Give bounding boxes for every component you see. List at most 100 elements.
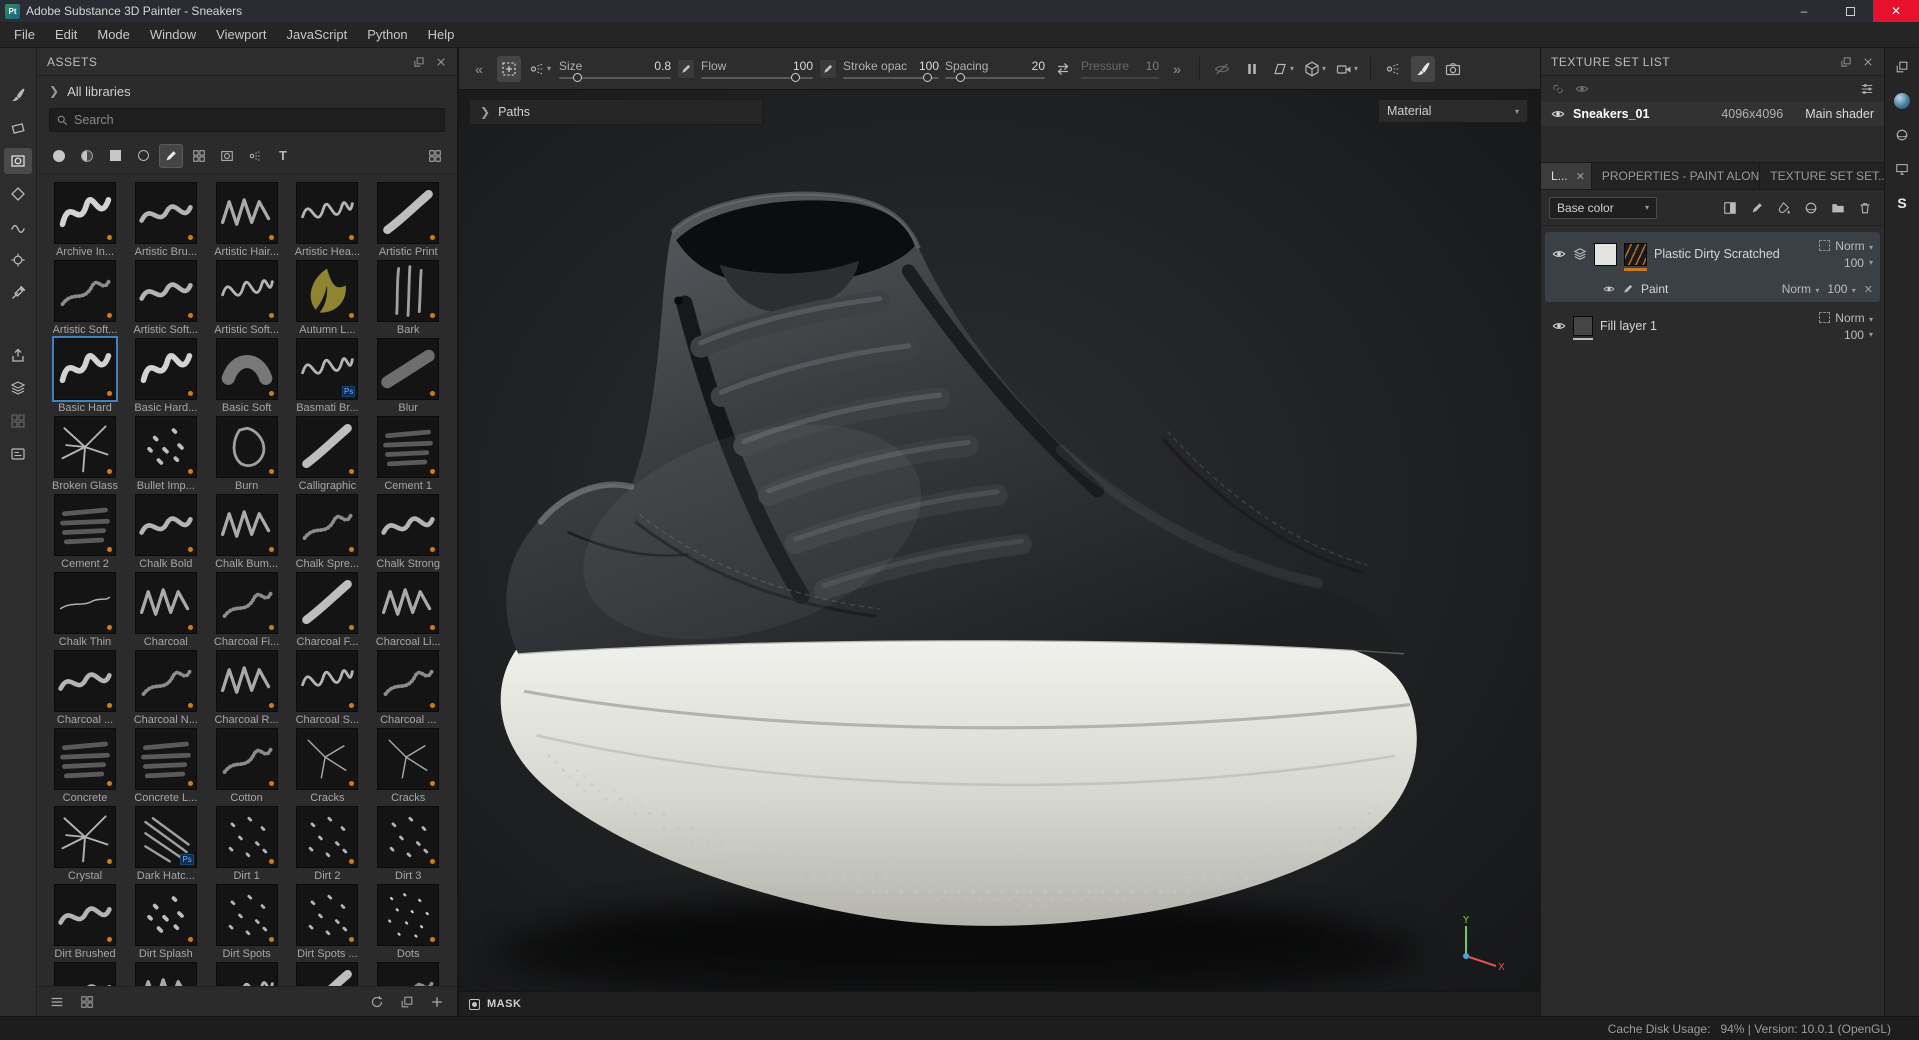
brush-asset[interactable]: Concrete L...	[126, 726, 206, 804]
details-view-icon[interactable]	[47, 992, 67, 1012]
menu-item[interactable]: Edit	[45, 23, 87, 46]
brush-asset[interactable]: Charcoal N...	[126, 648, 206, 726]
brush-flow-param[interactable]: Flow100	[701, 59, 813, 79]
brush-asset[interactable]: Artistic Soft...	[45, 258, 125, 336]
transform-stencil-icon[interactable]	[497, 56, 521, 82]
brush-thumbnail[interactable]	[377, 728, 439, 790]
add-smart-material-icon[interactable]	[1800, 197, 1822, 219]
brush-asset[interactable]: Autumn L...	[287, 258, 367, 336]
particles-filter-icon[interactable]	[243, 144, 267, 168]
link-sets-icon[interactable]	[1551, 82, 1565, 96]
layer-name[interactable]: Paint	[1641, 282, 1775, 296]
brush-asset[interactable]: Dirt 2	[287, 804, 367, 882]
brush-asset[interactable]: Cement 2	[45, 492, 125, 570]
brush-asset[interactable]: Charcoal R...	[207, 648, 287, 726]
brush-thumbnail[interactable]	[216, 416, 278, 478]
export-textures-tool[interactable]	[4, 342, 32, 368]
camera-mode-icon[interactable]: ▾	[1334, 56, 1360, 82]
brush-asset[interactable]: Artistic Bru...	[126, 180, 206, 258]
layer-name[interactable]: Fill layer 1	[1600, 319, 1812, 333]
brush-thumbnail[interactable]	[135, 416, 197, 478]
close-tab-icon[interactable]: ✕	[1576, 170, 1585, 183]
layer-group-selected[interactable]: Plastic Dirty Scratched Norm ▾ 100 ▾	[1545, 232, 1880, 302]
layer-visibility-icon[interactable]	[1603, 283, 1615, 295]
refresh-assets-icon[interactable]	[367, 992, 387, 1012]
brush-asset[interactable]: Basic Soft	[207, 336, 287, 414]
brush-thumbnail[interactable]	[135, 962, 197, 986]
brush-asset[interactable]: Artistic Print	[368, 180, 448, 258]
add-fill-layer-icon[interactable]	[1773, 197, 1795, 219]
projection-mode-icon[interactable]: ▾	[1270, 56, 1296, 82]
spacing-slider[interactable]	[945, 77, 1045, 79]
brush-thumbnail[interactable]	[54, 416, 116, 478]
layer-visibility-icon[interactable]	[1552, 319, 1566, 333]
brush-thumbnail[interactable]	[377, 416, 439, 478]
brush-asset[interactable]: Artistic Hea...	[287, 180, 367, 258]
brush-thumbnail[interactable]	[296, 494, 358, 556]
brush-thumbnail[interactable]	[54, 338, 116, 400]
brush-size-param[interactable]: Size0.8	[559, 59, 671, 79]
brush-thumbnail[interactable]	[296, 962, 358, 986]
brush-thumbnail[interactable]	[54, 572, 116, 634]
brush-asset[interactable]: Cement 1	[368, 414, 448, 492]
close-panel-icon[interactable]	[435, 56, 447, 68]
brush-thumbnail[interactable]	[216, 806, 278, 868]
brush-asset[interactable]: Charcoal Li...	[368, 570, 448, 648]
material-ball-icon[interactable]	[1891, 124, 1913, 146]
mask-dock-tab[interactable]: MASK	[459, 991, 1540, 1016]
fill-layer-thumbnail[interactable]	[1573, 316, 1593, 336]
brush-asset[interactable]: Chalk Thin	[45, 570, 125, 648]
brush-asset[interactable]: Dirt Splash	[126, 882, 206, 960]
screenshot-camera-icon[interactable]	[1441, 56, 1465, 82]
layer-row-fill[interactable]: Fill layer 1 Norm ▾ 100 ▾	[1545, 304, 1880, 348]
brush-asset[interactable]	[126, 960, 206, 986]
brush-thumbnail[interactable]	[135, 884, 197, 946]
menu-item[interactable]: Help	[418, 23, 465, 46]
baking-tool[interactable]	[4, 375, 32, 401]
brush-thumbnail[interactable]	[377, 650, 439, 712]
layer-visibility-icon[interactable]	[1552, 247, 1566, 261]
brush-asset[interactable]	[368, 960, 448, 986]
brush-asset[interactable]: Charcoal ...	[368, 648, 448, 726]
brush-thumbnail[interactable]	[296, 728, 358, 790]
environment-sphere-icon[interactable]	[1891, 90, 1913, 112]
brush-thumbnail[interactable]	[135, 260, 197, 322]
tab-properties[interactable]: PROPERTIES - PAINT ALON...	[1592, 163, 1760, 189]
brush-thumbnail[interactable]	[135, 572, 197, 634]
brush-thumbnail[interactable]	[296, 572, 358, 634]
brush-asset[interactable]: Artistic Hair...	[207, 180, 287, 258]
brush-thumbnail[interactable]	[54, 494, 116, 556]
brush-asset[interactable]: Dots	[368, 882, 448, 960]
brush-thumbnail[interactable]	[54, 182, 116, 244]
brush-thumbnail[interactable]: Ps	[135, 806, 197, 868]
menu-item[interactable]: Viewport	[206, 23, 276, 46]
smart-masks-filter-icon[interactable]	[103, 144, 127, 168]
particles-brush-icon[interactable]	[1381, 56, 1405, 82]
display-settings-icon[interactable]	[1891, 158, 1913, 180]
search-input[interactable]	[74, 113, 438, 127]
brush-asset[interactable]: Broken Glass	[45, 414, 125, 492]
menu-item[interactable]: File	[4, 23, 45, 46]
brush-asset[interactable]: Burn	[207, 414, 287, 492]
brush-asset[interactable]: Basic Hard...	[126, 336, 206, 414]
sneaker-3d-model[interactable]	[459, 90, 1540, 1016]
brush-asset[interactable]: Blur	[368, 336, 448, 414]
brush-asset[interactable]: Artistic Soft...	[126, 258, 206, 336]
material-picker-tool[interactable]	[4, 280, 32, 306]
maximize-button[interactable]	[1827, 0, 1873, 22]
add-paint-layer-icon[interactable]	[1746, 197, 1768, 219]
brush-thumbnail[interactable]	[216, 650, 278, 712]
layer-name[interactable]: Plastic Dirty Scratched	[1654, 247, 1812, 261]
brush-asset[interactable]: Ps Dark Hatc...	[126, 804, 206, 882]
substance-logo-icon[interactable]: S	[1891, 192, 1913, 214]
tiling-icon[interactable]	[1819, 240, 1830, 251]
layer-row-smart-material[interactable]: Plastic Dirty Scratched Norm ▾ 100 ▾	[1545, 232, 1880, 276]
brush-thumbnail[interactable]	[135, 650, 197, 712]
delete-layer-icon[interactable]	[1854, 197, 1876, 219]
collapse-left-icon[interactable]: «	[467, 56, 491, 82]
brush-thumbnail[interactable]	[216, 338, 278, 400]
brush-thumbnail[interactable]	[296, 182, 358, 244]
minimize-button[interactable]: –	[1781, 0, 1827, 22]
brush-thumbnail[interactable]	[216, 572, 278, 634]
stroke-opacity-slider[interactable]	[843, 77, 939, 79]
